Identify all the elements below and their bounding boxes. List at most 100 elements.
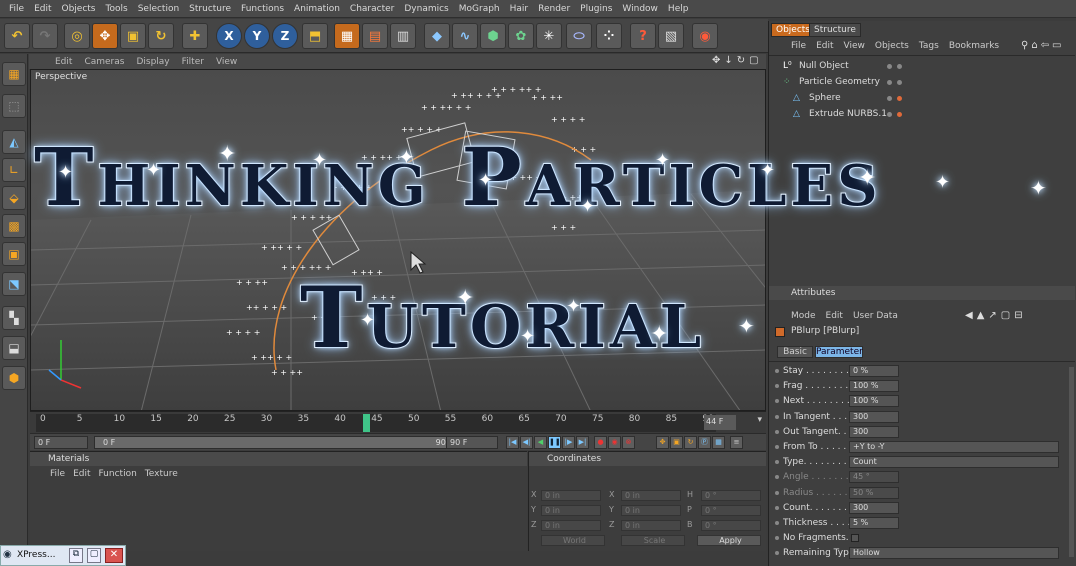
viewport-menu-filter[interactable]: Filter xyxy=(176,57,210,67)
no-fragments-checkbox[interactable] xyxy=(851,534,859,543)
parameter-key-icon[interactable]: Ⓟ xyxy=(698,436,711,449)
scale-icon[interactable]: ▣ xyxy=(120,23,146,49)
materials-menu-file[interactable]: File xyxy=(50,467,65,481)
tab-parameter[interactable]: Parameter xyxy=(815,346,863,358)
viewport-menu-edit[interactable]: Edit xyxy=(49,57,78,67)
close-icon[interactable]: ✕ xyxy=(105,548,123,563)
animation-key-dot[interactable] xyxy=(775,445,779,449)
animation-key-dot[interactable] xyxy=(775,399,779,404)
attribute-value-field[interactable]: 300 xyxy=(849,425,899,438)
editor-visibility-dot[interactable] xyxy=(887,80,892,85)
menu-item-structure[interactable]: Structure xyxy=(184,4,236,14)
perspective-viewport[interactable]: Perspective + + ++ + + + ++ + + + + + + +… xyxy=(30,69,766,411)
timeline-ruler[interactable]: 051015202530354045505560657075808590 xyxy=(36,414,716,432)
attribute-dropdown[interactable]: Count xyxy=(849,456,1059,469)
cube-icon[interactable]: ◆ xyxy=(424,23,450,49)
animation-key-dot[interactable] xyxy=(775,551,779,556)
goto-start-icon[interactable]: |◀ xyxy=(506,436,519,449)
menu-item-mograph[interactable]: MoGraph xyxy=(454,4,505,14)
model-mode-icon[interactable]: ⬚ xyxy=(2,94,26,118)
web-icon[interactable]: ◉ xyxy=(692,23,718,49)
viewport-nav-icons[interactable]: ✥↓↻▢ xyxy=(712,55,763,66)
maximize-icon[interactable]: ▢ xyxy=(87,548,101,563)
editor-visibility-dot[interactable] xyxy=(887,112,892,117)
restore-icon[interactable]: ⧉ xyxy=(69,548,83,563)
objects-menu-objects[interactable]: Objects xyxy=(875,39,909,53)
attribute-dropdown[interactable]: Hollow xyxy=(849,547,1059,560)
objects-menu-edit[interactable]: Edit xyxy=(816,39,833,53)
y-axis-lock-icon[interactable]: Y xyxy=(244,23,270,49)
menu-item-objects[interactable]: Objects xyxy=(57,4,101,14)
attribute-value-field[interactable]: 100 % xyxy=(849,380,899,393)
edges-mode-icon[interactable]: ⬙ xyxy=(2,186,26,210)
objects-menu-view[interactable]: View xyxy=(844,39,865,53)
animation-key-dot[interactable] xyxy=(775,429,779,434)
play-reverse-icon[interactable]: ◀ xyxy=(534,436,547,449)
objects-menu-file[interactable]: File xyxy=(791,39,806,53)
menu-item-animation[interactable]: Animation xyxy=(289,4,345,14)
objects-menu-bookmarks[interactable]: Bookmarks xyxy=(949,39,999,53)
points-mode-icon[interactable]: ∟ xyxy=(2,158,26,182)
animation-key-dot[interactable] xyxy=(775,475,779,480)
array-icon[interactable]: ✿ xyxy=(508,23,534,49)
attribute-dropdown[interactable]: +Y to -Y xyxy=(849,441,1059,453)
redo-icon[interactable]: ↷ xyxy=(32,23,58,49)
coord-value-field[interactable]: 0 in xyxy=(541,505,601,516)
attribute-value-field[interactable]: 5 % xyxy=(849,517,899,529)
render-settings-icon[interactable]: ▥ xyxy=(390,23,416,49)
goto-end-icon[interactable]: ▶| xyxy=(576,436,589,449)
attributes-nav-icons[interactable]: ◀▲↗▢⊟ xyxy=(965,310,1027,321)
attributes-menu-mode[interactable]: Mode xyxy=(791,309,816,323)
menu-item-edit[interactable]: Edit xyxy=(29,4,56,14)
checker-icon[interactable]: ▚ xyxy=(2,306,26,330)
timeline-menu-icon[interactable]: ≡ xyxy=(730,436,743,449)
object-list-item[interactable]: △ Sphere xyxy=(769,90,1075,106)
animation-key-dot[interactable] xyxy=(775,490,779,495)
current-frame-field[interactable]: 44 F xyxy=(704,415,736,430)
menu-item-functions[interactable]: Functions xyxy=(236,4,289,14)
menu-item-tools[interactable]: Tools xyxy=(101,4,133,14)
render-view-icon[interactable]: ▦ xyxy=(334,23,360,49)
menu-item-selection[interactable]: Selection xyxy=(133,4,184,14)
layout-icon[interactable]: ▦ xyxy=(2,62,26,86)
autokey-icon[interactable]: ◉ xyxy=(608,436,621,449)
materials-menu-edit[interactable]: Edit xyxy=(73,467,90,481)
animation-key-dot[interactable] xyxy=(775,521,779,525)
coord-mode-select[interactable]: Scale xyxy=(621,535,685,546)
editor-visibility-dot[interactable] xyxy=(887,64,892,69)
live-select-icon[interactable]: ◎ xyxy=(64,23,90,49)
object-mode-icon[interactable]: ◭ xyxy=(2,130,26,154)
coordinate-system-icon[interactable]: ⬒ xyxy=(302,23,328,49)
tab-basic[interactable]: Basic xyxy=(777,346,813,358)
texture-mode-icon[interactable]: ▣ xyxy=(2,242,26,266)
attribute-value-field[interactable]: 300 xyxy=(849,501,899,514)
editor-visibility-dot[interactable] xyxy=(887,96,892,101)
deformer-icon[interactable]: ✳ xyxy=(536,23,562,49)
prev-key-icon[interactable]: ◀| xyxy=(520,436,533,449)
render-visibility-dot[interactable] xyxy=(897,64,902,69)
script-icon[interactable]: ▧ xyxy=(658,23,684,49)
rotate-icon[interactable]: ↻ xyxy=(148,23,174,49)
snap-icon[interactable]: ⬢ xyxy=(2,366,26,390)
animation-key-dot[interactable] xyxy=(775,460,779,465)
object-list-item[interactable]: △ Extrude NURBS.1 xyxy=(769,106,1075,122)
render-visibility-dot[interactable] xyxy=(897,80,902,85)
particles-icon[interactable]: ⁘ xyxy=(596,23,622,49)
end-frame-field[interactable]: 90 F xyxy=(446,436,498,449)
position-key-icon[interactable]: ✥ xyxy=(656,436,669,449)
spline-icon[interactable]: ∿ xyxy=(452,23,478,49)
object-list-item[interactable]: L⁰ Null Object xyxy=(769,58,1075,74)
animation-key-dot[interactable] xyxy=(775,414,779,419)
z-axis-lock-icon[interactable]: Z xyxy=(272,23,298,49)
coord-value-field[interactable]: 0 in xyxy=(621,520,681,531)
timeline[interactable]: 051015202530354045505560657075808590 44 … xyxy=(30,411,766,433)
polygons-mode-icon[interactable]: ▩ xyxy=(2,214,26,238)
timeline-arrow-icon[interactable]: ▾ xyxy=(757,415,762,425)
animation-key-dot[interactable] xyxy=(775,369,779,373)
materials-menu-texture[interactable]: Texture xyxy=(145,467,178,481)
viewport-menu-view[interactable]: View xyxy=(210,57,243,67)
menu-item-render[interactable]: Render xyxy=(533,4,575,14)
nurbs-icon[interactable]: ⬢ xyxy=(480,23,506,49)
keyframe-selection-icon[interactable]: ⊗ xyxy=(622,436,635,449)
coord-value-field[interactable]: 0 ° xyxy=(701,505,761,516)
